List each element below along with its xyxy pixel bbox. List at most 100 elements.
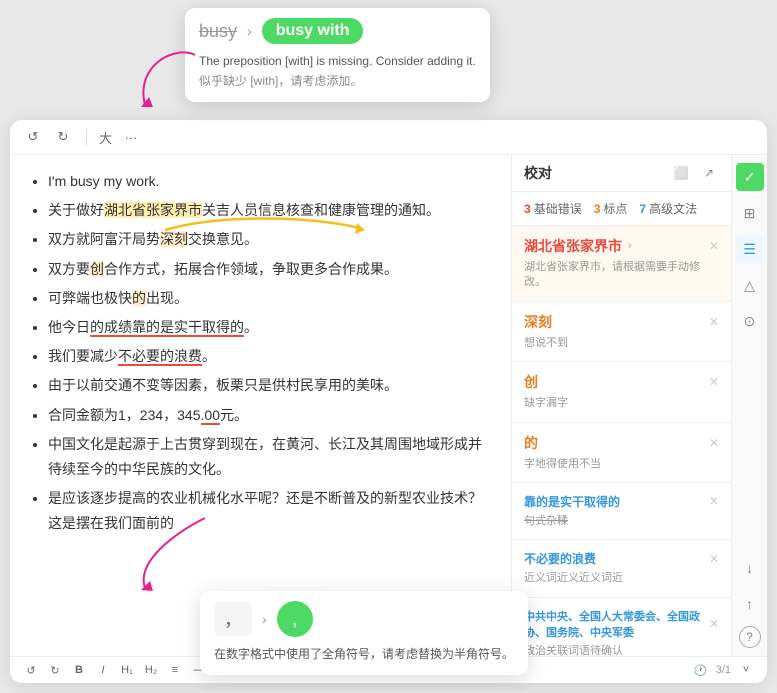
correction-item-location[interactable]: 湖北省张家界市 › ✕ 湖北省张家界市，请根据需要手动修改。 [512, 226, 731, 302]
search-icon[interactable]: ⊙ [736, 307, 764, 335]
panel-header-icons: ⬜ ↗ [671, 163, 719, 183]
list-item: 由于以前交通不变等因素，板栗只是供村民享用的美味。 [48, 373, 493, 398]
error-stats: 3 基础错误 3 标点 7 高级文法 [512, 192, 731, 226]
bottom-suggestion-row: ， › , [214, 601, 514, 637]
desc-chinese: 似乎缺少 [with]，请考虑添加。 [199, 72, 476, 90]
correction-word-2: 深刻 [524, 312, 552, 332]
desc-english: The preposition [with] is missing. Consi… [199, 52, 476, 70]
correction-header-7: 中共中央、全国人大常委会、全国政协、国务院、中央军委 ✕ [524, 608, 719, 640]
correction-item-waste[interactable]: 不必要的浪费 ✕ 近义词近义近义词近 [512, 540, 731, 597]
more-options-button[interactable]: ··· [120, 126, 142, 148]
stat-dots-label: 标点 [603, 200, 627, 217]
sidebar-icons: ✓ ⊞ ☰ △ ⊙ ↓ ↑ ? [731, 155, 767, 656]
correction-arrow-icon: › [628, 240, 632, 252]
correction-desc-7: 政治关联词语待确认 [524, 644, 719, 656]
undo-bottom-icon[interactable]: ↺ [22, 661, 40, 679]
clock-icon[interactable]: 🕐 [692, 661, 710, 679]
corrections-list: 湖北省张家界市 › ✕ 湖北省张家界市，请根据需要手动修改。 深刻 ✕ 想说不到 [512, 226, 731, 656]
correction-close-7[interactable]: ✕ [709, 617, 719, 631]
correction-word-row: 湖北省张家界市 › [524, 236, 632, 256]
correction-desc-5: 句式杂糅 [524, 514, 719, 529]
redo-bottom-icon[interactable]: ↻ [46, 661, 64, 679]
correction-close-4[interactable]: ✕ [709, 436, 719, 450]
list-item: 双方要创合作方式，拓展合作领域，争取更多合作成果。 [48, 257, 493, 282]
stat-errors-count: 3 [524, 202, 531, 216]
upload-icon[interactable]: ↑ [736, 590, 764, 618]
correction-item-chuang[interactable]: 创 ✕ 缺字漏字 [512, 362, 731, 422]
correction-header-3: 创 ✕ [524, 372, 719, 392]
correction-header-4: 的 ✕ [524, 433, 719, 453]
comma-new[interactable]: , [277, 601, 313, 637]
help-icon[interactable]: ? [739, 626, 761, 648]
highlight-de: 的 [132, 290, 146, 306]
correction-header-2: 深刻 ✕ [524, 312, 719, 332]
download-icon[interactable]: ↓ [736, 554, 764, 582]
highlight-missing: 创 [90, 261, 104, 277]
correction-item-shenjian[interactable]: 深刻 ✕ 想说不到 [512, 302, 731, 362]
editor-toolbar: ↺ ↻ 大 ··· [10, 120, 767, 155]
list-icon[interactable]: ☰ [736, 235, 764, 263]
tooltip-top: busy › busy with The preposition [with] … [185, 8, 490, 102]
list-item: 双方就阿富汗局势深刻交换意见。 [48, 227, 493, 252]
correction-close-3[interactable]: ✕ [709, 375, 719, 389]
format-icon[interactable]: ⊞ [736, 199, 764, 227]
proofread-icon[interactable]: ✓ [736, 163, 764, 191]
bold-icon[interactable]: B [70, 661, 88, 679]
stat-punctuation: 3 标点 [594, 200, 628, 217]
arrow-icon: › [247, 23, 252, 39]
tooltip-description: The preposition [with] is missing. Consi… [199, 52, 476, 90]
stat-dots-count: 3 [594, 202, 601, 216]
highlight-location: 湖北省张家界市 [104, 202, 202, 218]
correction-close-5[interactable]: ✕ [709, 494, 719, 508]
correction-word-3: 创 [524, 372, 538, 392]
correction-item-sentence[interactable]: 靠的是实干取得的 ✕ 句式杂糅 [512, 483, 731, 540]
list-item: 中国文化是起源于上古贯穿到现在，在黄河、长江及其周围地域形成并待续至今的中华民族… [48, 432, 493, 482]
correction-header-6: 不必要的浪费 ✕ [524, 550, 719, 567]
more-bottom-icon[interactable]: ˅ [737, 661, 755, 679]
correction-item-de[interactable]: 的 ✕ 字地得使用不当 [512, 423, 731, 483]
correction-word-7: 中共中央、全国人大常委会、全国政协、国务院、中央军委 [524, 608, 709, 640]
tooltip-bottom: ， › , 在数字格式中使用了全角符号，请考虑替换为半角符号。 [200, 591, 528, 675]
panel-title: 校对 [524, 163, 552, 183]
correction-close-2[interactable]: ✕ [709, 315, 719, 329]
suggestion-row: busy › busy with [199, 18, 476, 44]
correction-close-6[interactable]: ✕ [709, 552, 719, 566]
correction-item-political[interactable]: 中共中央、全国人大常委会、全国政协、国务院、中央军委 ✕ 政治关联词语待确认 [512, 598, 731, 656]
correction-desc-3: 缺字漏字 [524, 396, 719, 411]
toolbar-divider-1 [86, 129, 87, 145]
correction-header-5: 靠的是实干取得的 ✕ [524, 493, 719, 510]
text-editor[interactable]: I'm busy my work. 关于做好湖北省张家界市关吉人员信息核查和健康… [10, 155, 511, 656]
copy-icon[interactable]: ⬜ [671, 163, 691, 183]
comma-old: ， [214, 602, 252, 636]
h1-icon[interactable]: H₁ [118, 661, 136, 679]
correction-word: 湖北省张家界市 [524, 236, 622, 256]
italic-icon[interactable]: I [94, 661, 112, 679]
bookmark-icon[interactable]: △ [736, 271, 764, 299]
stat-advanced-label: 高级文法 [649, 200, 697, 217]
highlight-word: 深刻 [160, 231, 188, 247]
stat-advanced: 7 高级文法 [639, 200, 697, 217]
list-item: 合同金额为1，234，345.00元。 [48, 403, 493, 428]
font-size-label[interactable]: 大 [99, 128, 112, 147]
correction-word-4: 的 [524, 433, 538, 453]
redo-button[interactable]: ↻ [52, 126, 74, 148]
corrections-panel: 校对 ⬜ ↗ 3 基础错误 3 标点 7 高级文法 [511, 155, 731, 656]
highlight-comma: .00 [201, 407, 220, 425]
correction-word-5: 靠的是实干取得的 [524, 493, 620, 510]
h2-icon[interactable]: H₂ [142, 661, 160, 679]
list-item: 是应该逐步提高的农业机械化水平呢？还是不断普及的新型农业技术？这是摆在我们面前的 [48, 486, 493, 536]
stat-advanced-count: 7 [639, 202, 646, 216]
list-bottom-icon[interactable]: ≡ [166, 661, 184, 679]
correction-close-icon[interactable]: ✕ [709, 239, 719, 253]
list-item: I'm busy my work. [48, 169, 493, 194]
arrow-icon-bottom: › [262, 611, 267, 627]
list-item: 他今日的成绩靠的是实干取得的。 [48, 315, 493, 340]
list-item: 关于做好湖北省张家界市关吉人员信息核查和健康管理的通知。 [48, 198, 493, 223]
highlight-sentence: 的成绩靠的是实干取得的 [90, 319, 244, 337]
correction-desc-6: 近义词近义近义词近 [524, 571, 719, 586]
word-old: busy [199, 21, 237, 42]
content-area: I'm busy my work. 关于做好湖北省张家界市关吉人员信息核查和健康… [10, 155, 767, 656]
word-new[interactable]: busy with [262, 18, 364, 44]
undo-button[interactable]: ↺ [22, 126, 44, 148]
export-icon[interactable]: ↗ [699, 163, 719, 183]
